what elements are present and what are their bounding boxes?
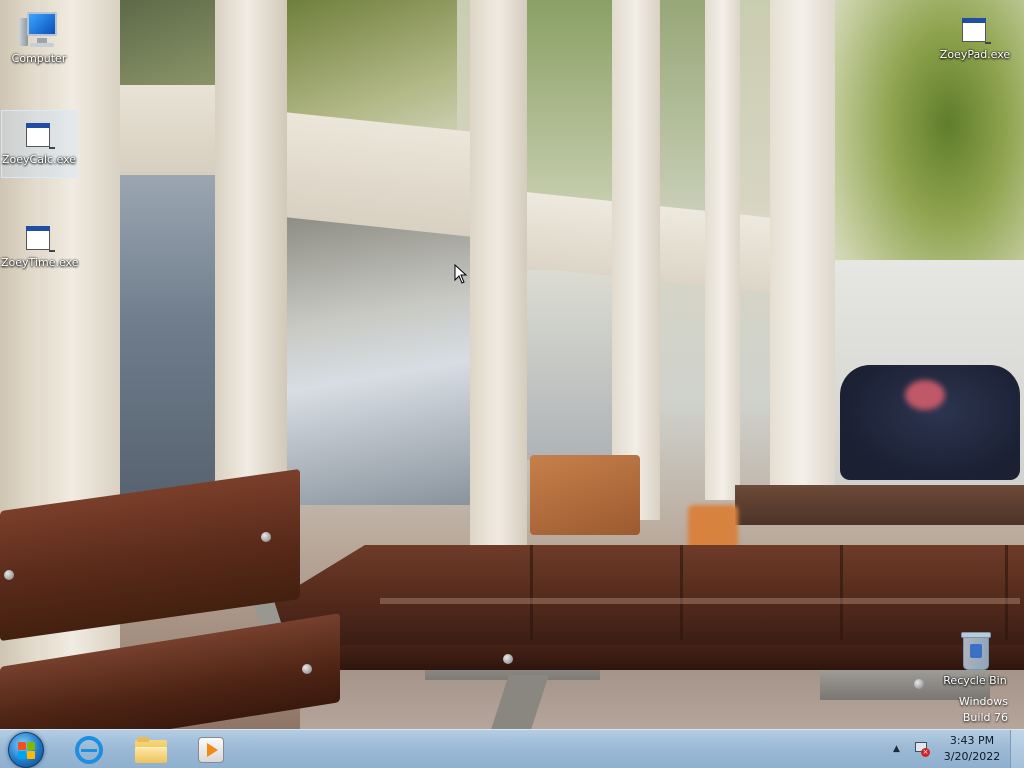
show-desktop-button[interactable] [1010, 730, 1024, 768]
mouse-cursor-icon [454, 264, 468, 284]
wallpaper-plank-line [840, 545, 843, 640]
computer-icon [17, 10, 61, 50]
wallpaper-mullion [612, 0, 660, 520]
taskbar-internet-explorer-button[interactable] [60, 732, 118, 768]
watermark-line: Windows [958, 695, 1008, 708]
taskbar-windows-explorer-button[interactable] [122, 732, 180, 768]
desktop-icon-zoeypad[interactable]: ZoeyPad.exe [937, 10, 1013, 76]
wallpaper-window-pane [527, 0, 612, 215]
exe-file-icon [23, 222, 55, 254]
desktop-wallpaper[interactable] [0, 0, 1024, 729]
wallpaper-chair [530, 455, 640, 535]
windows-build-watermark: Windows Build 76 [888, 694, 1008, 726]
wallpaper-plank-line [1005, 545, 1008, 640]
desktop-icon-label: ZoeyCalc.exe [2, 153, 77, 166]
media-player-icon [198, 737, 224, 763]
wallpaper-mullion [705, 0, 740, 500]
wallpaper-window-pane [120, 170, 215, 510]
desktop-icon-zoeytime[interactable]: ZoeyTime.exe [1, 218, 79, 284]
wallpaper-plank-line [680, 545, 683, 640]
wallpaper-bolt [302, 664, 312, 674]
wallpaper-window-pane [527, 270, 622, 460]
wallpaper-bolt [261, 532, 271, 542]
desktop-icon-label: ZoeyTime.exe [1, 256, 79, 269]
desktop-icon-label: Recycle Bin [943, 674, 1007, 687]
start-button[interactable] [8, 732, 44, 768]
wallpaper-mullion [470, 0, 527, 545]
wallpaper-scene [120, 0, 215, 85]
taskbar-media-player-button[interactable] [182, 732, 240, 768]
wallpaper-window-pane [287, 215, 472, 505]
wallpaper-car-light [905, 380, 945, 410]
desktop-icon-recycle-bin[interactable]: Recycle Bin [937, 630, 1013, 696]
desktop-icon-computer[interactable]: Computer [1, 8, 77, 76]
clock-time: 3:43 PM [949, 734, 995, 747]
chevron-up-icon[interactable]: ▲ [893, 744, 900, 754]
folder-icon [135, 737, 167, 763]
wallpaper-bolt [503, 654, 513, 664]
taskbar: ▲ × 3:43 PM 3/20/2022 [0, 729, 1024, 768]
wallpaper-window-pane [660, 0, 705, 240]
wallpaper-bolt [4, 570, 14, 580]
clock-date: 3/20/2022 [943, 750, 1001, 763]
wallpaper-table-top [275, 545, 1024, 645]
wallpaper-bolt [914, 679, 924, 689]
recycle-bin-icon [958, 630, 992, 672]
network-disconnected-icon[interactable]: × [914, 741, 930, 757]
wallpaper-far-table [735, 485, 1024, 525]
exe-file-icon [23, 119, 55, 151]
wallpaper-table-shine [380, 598, 1020, 604]
wallpaper-mullion [770, 0, 835, 500]
tray-clock[interactable]: 3:43 PM 3/20/2022 [938, 733, 1006, 765]
desktop-icon-label: Computer [11, 52, 67, 65]
watermark-line: Build 76 [962, 711, 1008, 724]
wallpaper-plank-line [530, 545, 533, 640]
internet-explorer-icon [75, 736, 103, 764]
wallpaper-cup [688, 505, 738, 550]
desktop-icon-label: ZoeyPad.exe [939, 48, 1011, 61]
exe-file-icon [959, 14, 991, 46]
windows-start-orb-icon [18, 742, 36, 760]
desktop-icon-zoeycalc[interactable]: ZoeyCalc.exe [1, 110, 77, 178]
